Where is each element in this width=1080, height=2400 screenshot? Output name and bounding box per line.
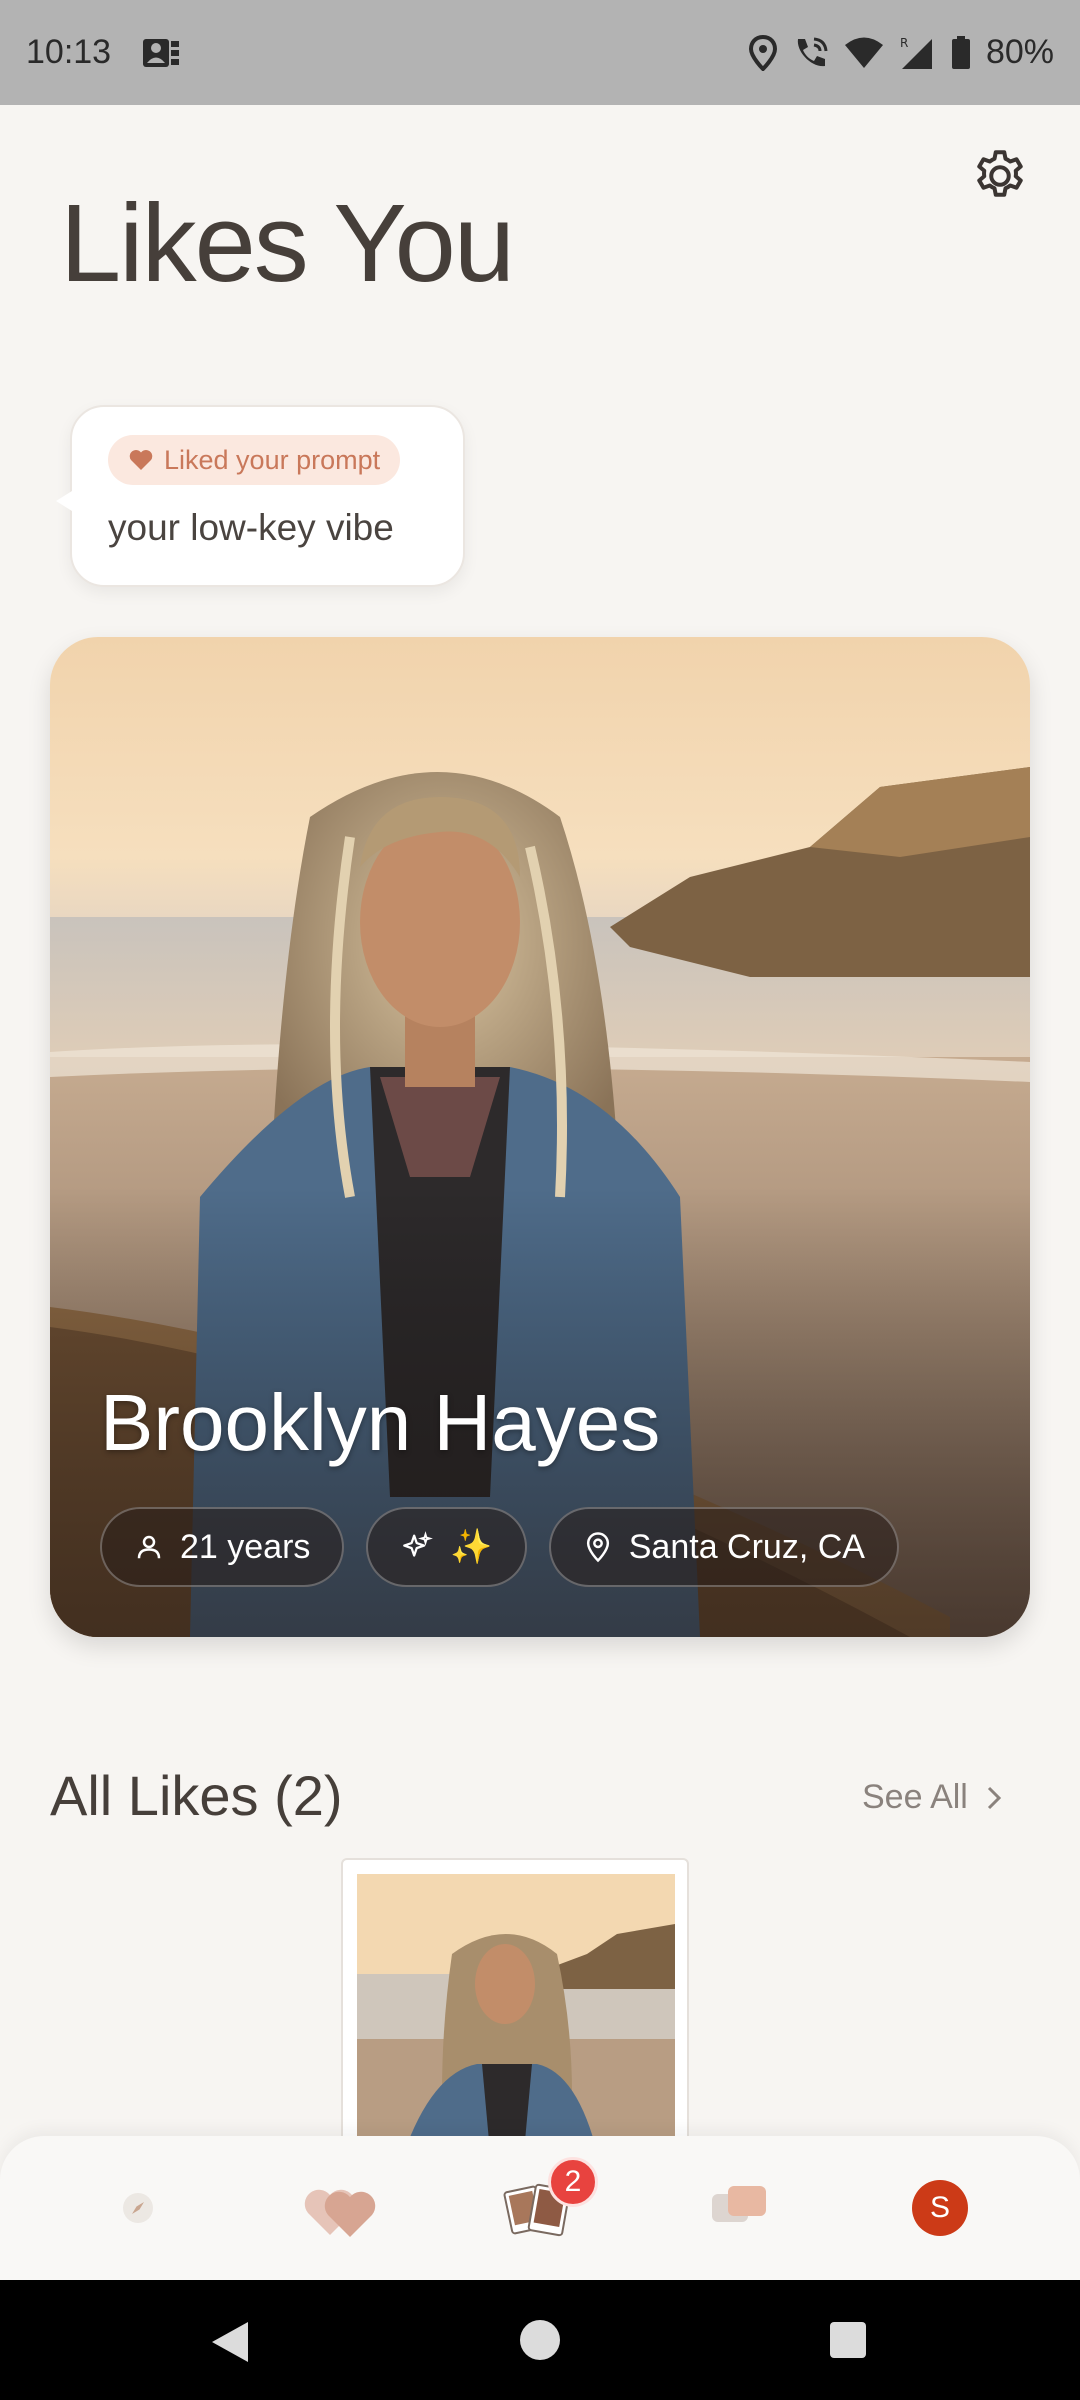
system-navigation-bar [0,2280,1080,2400]
status-time: 10:13 [26,33,112,71]
like-card[interactable] [341,1858,689,2158]
profile-card[interactable]: Brooklyn Hayes 21 years ✨ Santa Cruz, CA [50,637,1030,1637]
profile-info-chips: 21 years ✨ Santa Cruz, CA [100,1507,899,1587]
battery-percentage: 80% [985,33,1054,71]
see-all-link[interactable]: See All [862,1778,1002,1817]
chevron-right-icon [987,1786,1001,1809]
liked-prompt-bubble[interactable]: Liked your prompt your low-key vibe [56,405,465,587]
liked-prompt-label: Liked your prompt [164,444,381,475]
see-all-label: See All [862,1778,968,1816]
person-icon [137,1535,161,1559]
liked-prompt-chip: Liked your prompt [108,435,401,485]
age-label: 21 years [180,1527,311,1566]
prompt-text: your low-key vibe [108,507,394,548]
settings-button[interactable] [966,142,1034,210]
hearts-icon [304,2189,376,2237]
location-icon [748,34,778,71]
gallery-icon [141,35,181,71]
location-chip: Santa Cruz, CA [548,1507,899,1587]
nav-messages[interactable] [704,2136,774,2280]
svg-text:R: R [900,36,908,50]
like-thumbnail-photo [357,1874,675,2156]
chat-icon [712,2186,766,2222]
sparkle-outline-icon [403,1531,434,1557]
bubble-tail [56,491,72,511]
wifi-call-icon [792,35,830,71]
profile-avatar[interactable]: S [912,2180,968,2236]
battery-icon [950,35,972,71]
nav-likes[interactable] [296,2136,386,2280]
compass-icon [123,2193,153,2223]
age-chip: 21 years [100,1507,345,1587]
gear-icon [977,150,1023,197]
matches-badge: 2 [548,2157,598,2207]
sparkle-emoji: ✨ [450,1528,493,1566]
wifi-icon [844,36,884,70]
zodiac-chip: ✨ [366,1507,527,1587]
signal-icon: R [898,35,936,71]
back-icon[interactable] [208,2318,252,2366]
screen: 10:13 R 80% Likes You Liked your prompt … [0,0,1080,2400]
page-title: Likes You [60,182,515,305]
profile-name: Brooklyn Hayes [100,1378,661,1467]
heart-icon [129,450,153,470]
location-pin-icon [586,1532,609,1563]
location-label: Santa Cruz, CA [628,1527,865,1566]
home-icon[interactable] [518,2318,562,2362]
status-bar: 10:13 R 80% [0,0,1080,105]
profile-photo [50,637,1030,1637]
recents-icon[interactable] [828,2320,868,2360]
nav-discover[interactable] [108,2136,168,2280]
all-likes-title: All Likes (2) [50,1764,343,1827]
